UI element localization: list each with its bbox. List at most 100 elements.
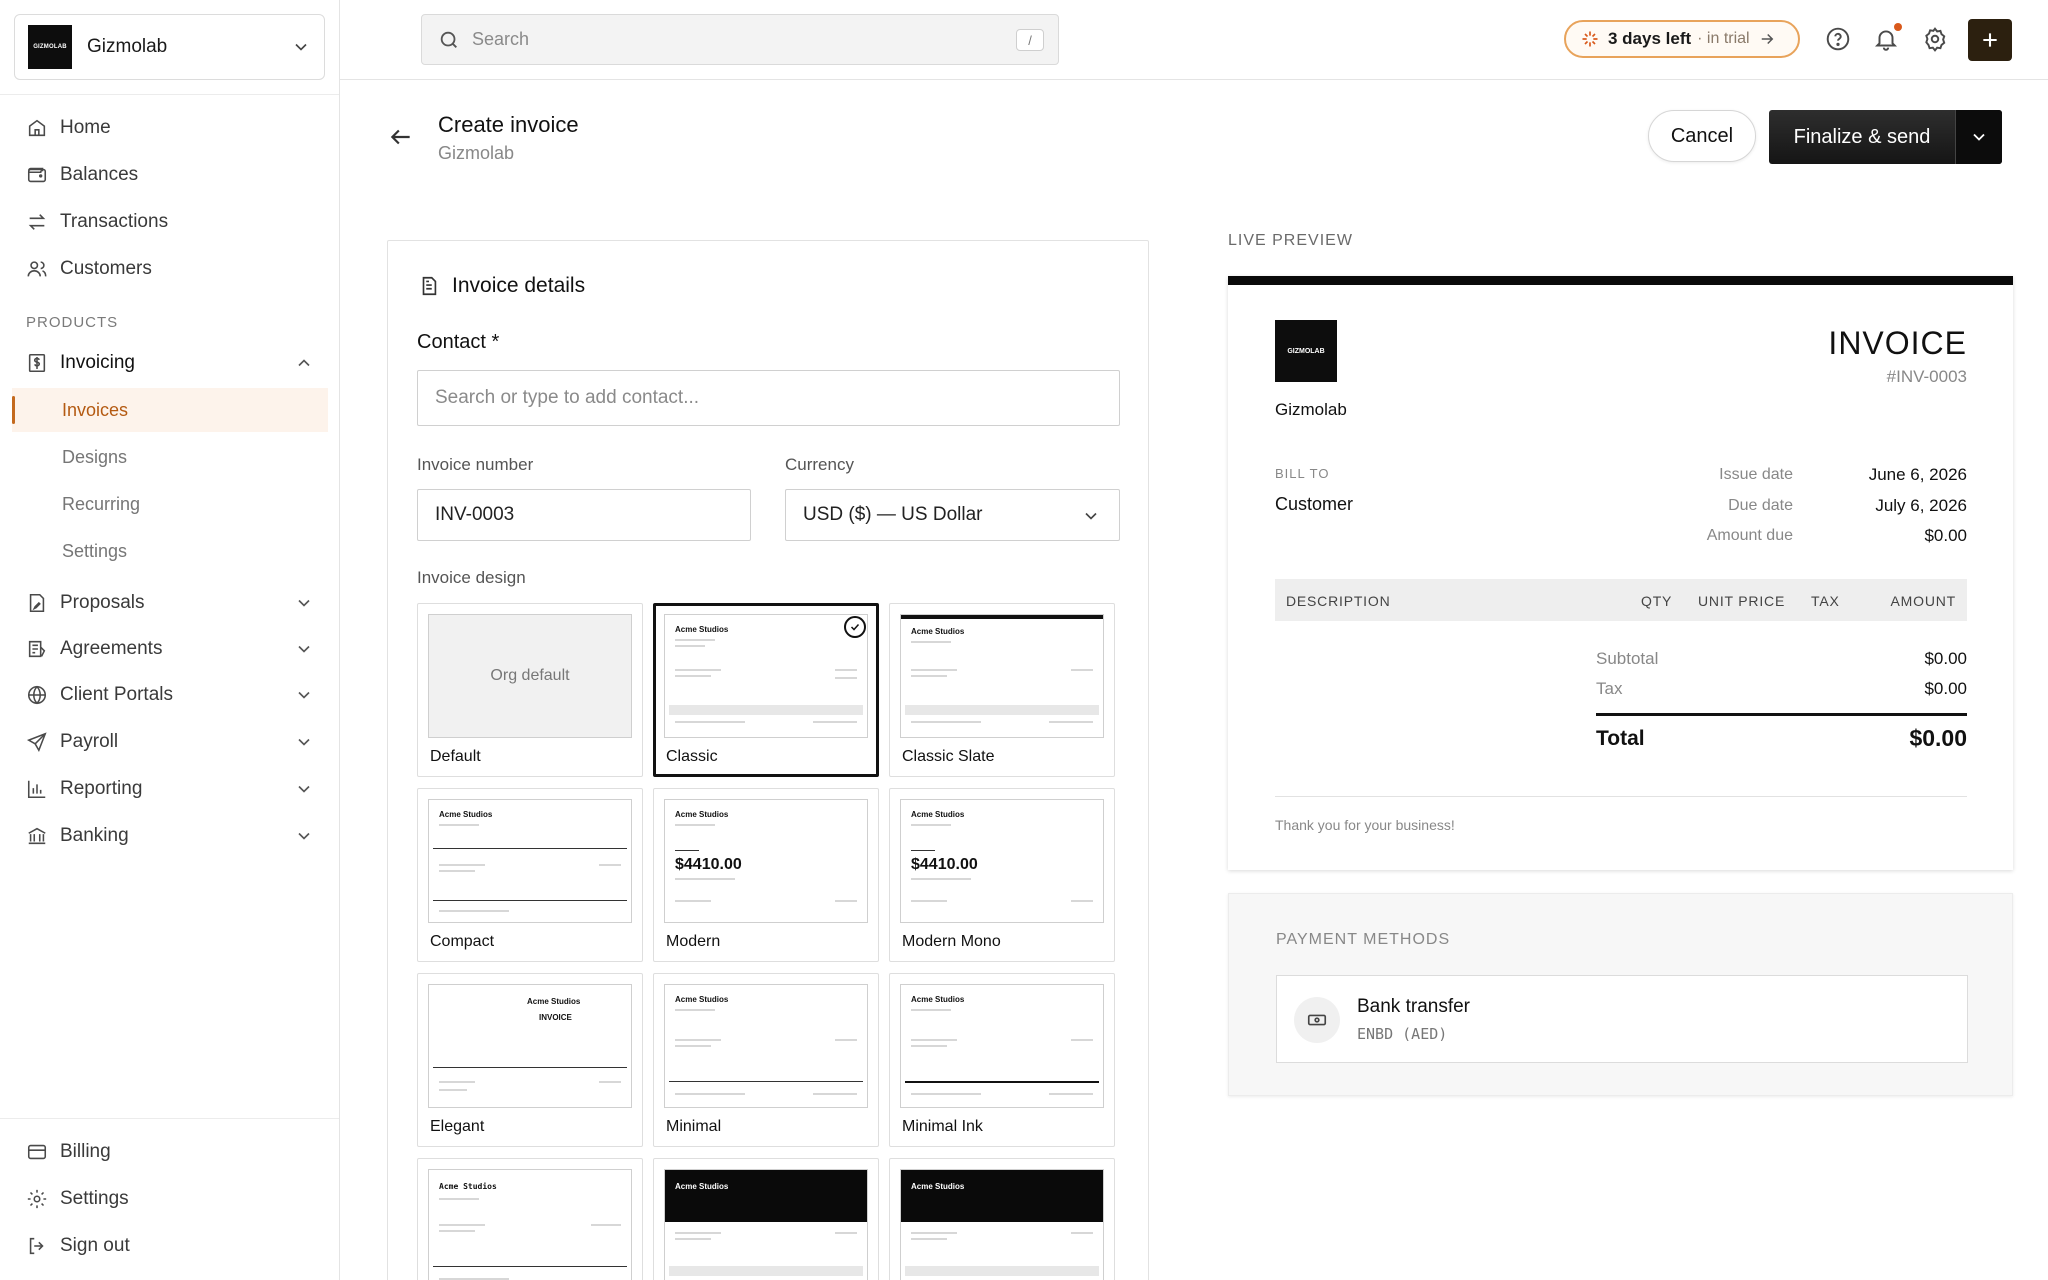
thumb-line [835,900,857,902]
thumb-studio-name: Acme Studios [675,1182,729,1191]
thumb-line [439,824,479,826]
thumb-studio-name: Acme Studios [911,995,965,1004]
sign-out-icon [29,1237,44,1255]
nav-client-portals[interactable]: Client Portals [12,673,328,717]
nav-home[interactable]: Home [12,106,328,150]
cancel-button[interactable]: Cancel [1648,110,1756,162]
thumb-line [1071,669,1093,671]
nav-invoicing[interactable]: Invoicing [12,341,328,385]
invoice-number-field[interactable]: INV-0003 [417,489,751,541]
thumb-studio-name: Acme Studios [675,995,729,1004]
nav-proposals[interactable]: Proposals [12,581,328,625]
thumb-line [911,900,947,902]
thumb-line [675,878,735,880]
sidebar-item-label: Recurring [62,493,141,514]
thumb-dark-header [665,1170,867,1222]
nav-customers[interactable]: Customers [12,247,328,291]
chevron-down-icon [295,43,307,51]
design-tile-classic[interactable]: Acme Studios Classic [653,603,879,777]
card-title: Invoice details [418,274,585,298]
design-thumbnail: Org default [428,614,632,738]
payment-method-item[interactable]: Bank transfer ENBD (AED) [1276,975,1968,1063]
thumb-line [675,639,715,641]
nav-payroll-label: Payroll [60,731,119,752]
total-value: $0.00 [1909,725,1967,751]
nav-sign-out[interactable]: Sign out [12,1224,328,1268]
design-tile-dark-header-alt[interactable]: Acme Studios [889,1158,1115,1280]
chevron-down-icon [298,785,310,793]
bank-icon [28,827,46,845]
sidebar-item-label: Designs [62,446,128,467]
nav-settings[interactable]: Settings [12,1177,328,1221]
search-input[interactable]: Search / [421,14,1059,65]
invoice-number-label: Invoice number [417,455,534,474]
gear-icon[interactable] [1922,26,1948,52]
nav-invoicing-label: Invoicing [60,352,135,373]
sidebar: GIZMOLAB Gizmolab Home Balances Transact… [0,0,340,1280]
invoice-dollar-icon [28,353,46,373]
org-switcher[interactable]: GIZMOLAB Gizmolab [14,14,325,80]
thumb-line [675,824,715,826]
thumb-line [835,669,857,671]
invoice-number: #INV-0003 [1886,367,1967,386]
design-tile-dark-header[interactable]: Acme Studios [653,1158,879,1280]
thumb-line [911,1093,981,1095]
sidebar-item-designs[interactable]: Designs [12,435,328,479]
nav-banking[interactable]: Banking [12,814,328,858]
proposal-icon [29,593,45,613]
nav-payroll[interactable]: Payroll [12,720,328,764]
sidebar-item-recurring[interactable]: Recurring [12,482,328,526]
design-tile-elegant[interactable]: Acme Studios INVOICE Elegant [417,973,643,1147]
help-icon[interactable] [1825,26,1851,52]
thumb-line [439,910,509,912]
thumb-line [675,1009,715,1011]
nav-settings-label: Settings [60,1188,129,1209]
design-name: Minimal [666,1118,722,1135]
chevron-down-icon [298,645,310,653]
invoice-org-name: Gizmolab [1275,400,1347,419]
gear-icon [27,1189,47,1209]
thumb-table-header [669,1266,863,1276]
thumb-rule [433,1266,627,1267]
top-bar: Search / 3 days left · in trial [340,0,2048,80]
page-title: Create invoice [438,112,579,137]
users-icon [27,261,47,277]
design-tile-compact[interactable]: Acme Studios Compact [417,788,643,962]
page-subtitle: Gizmolab [438,143,515,163]
contact-field[interactable]: Search or type to add contact... [417,370,1120,426]
design-tile-default[interactable]: Org default Default [417,603,643,777]
nav-transactions[interactable]: Transactions [12,200,328,244]
create-button[interactable] [1968,19,2012,61]
nav-reporting[interactable]: Reporting [12,767,328,811]
nav-agreements[interactable]: Agreements [12,627,328,671]
thumb-line [1049,1093,1093,1095]
finalize-options-toggle[interactable] [1955,110,2002,164]
design-tile-modern[interactable]: Acme Studios $4410.00 Modern [653,788,879,962]
design-tile-minimal-ink[interactable]: Acme Studios Minimal Ink [889,973,1115,1147]
design-name: Compact [430,933,495,950]
thumb-line [675,1238,711,1240]
chevron-down-icon [298,599,310,607]
back-arrow-icon[interactable] [388,124,414,150]
design-tile-modern-mono[interactable]: Acme Studios $4410.00 Modern Mono [889,788,1115,962]
column-unit-price: UNIT PRICE [1698,593,1786,609]
nav-billing[interactable]: Billing [12,1130,328,1174]
sidebar-item-invoices[interactable]: Invoices [12,388,328,432]
nav-balances[interactable]: Balances [12,153,328,197]
sidebar-item-invoicing-settings[interactable]: Settings [12,529,328,573]
org-default-placeholder: Org default [429,615,631,737]
finalize-send-button[interactable]: Finalize & send [1769,110,2002,164]
design-tile-classic-slate[interactable]: Acme Studios Classic Slate [889,603,1115,777]
wallet-icon [27,167,47,183]
due-date-label: Due date [1728,497,1793,514]
thumb-studio-name: Acme Studios [911,1182,965,1191]
currency-select[interactable]: USD ($) — US Dollar [785,489,1120,541]
thumb-line [675,721,745,723]
design-tile-minimal[interactable]: Acme Studios Minimal [653,973,879,1147]
design-tile-mono[interactable]: Acme Studios [417,1158,643,1280]
thumb-line [439,1224,485,1226]
sidebar-item-label: Invoices [62,399,129,420]
nav-sign-out-label: Sign out [60,1235,130,1256]
thumb-line [911,1039,957,1041]
trial-badge[interactable]: 3 days left · in trial [1564,20,1800,58]
